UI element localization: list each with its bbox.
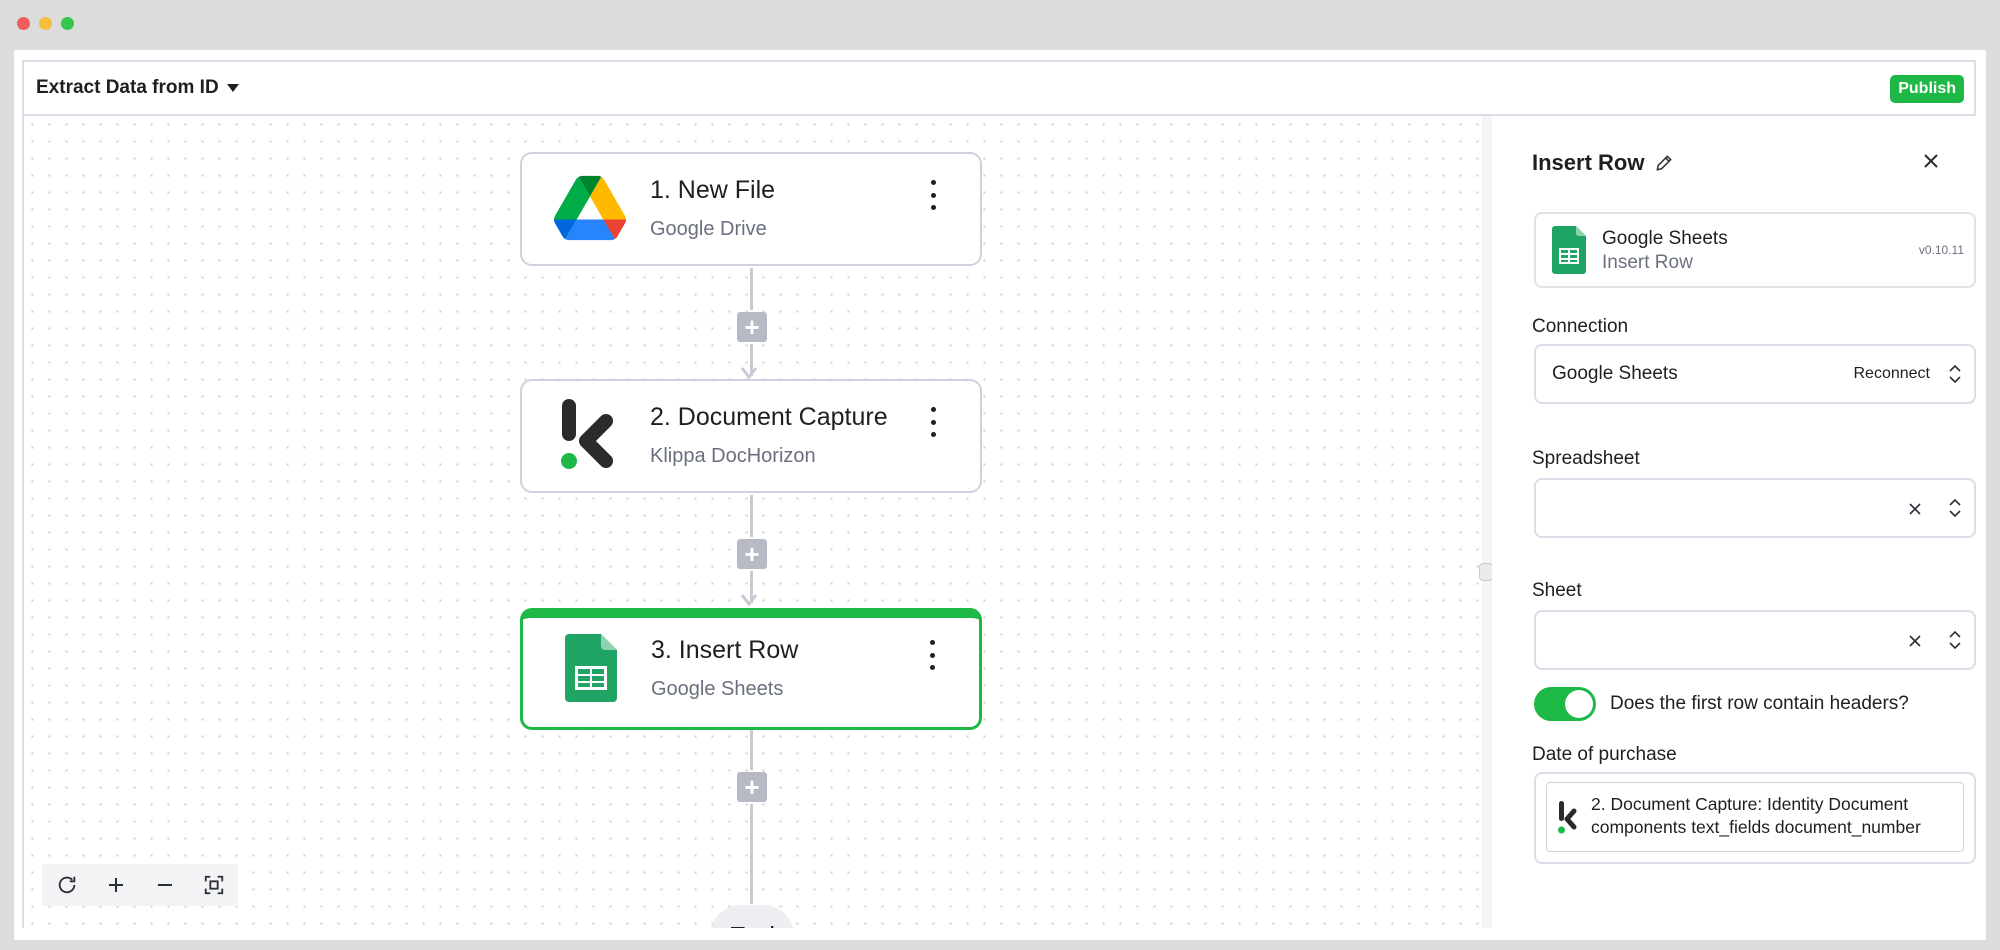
spreadsheet-select[interactable] [1534,478,1976,538]
more-options-icon[interactable] [928,180,938,210]
flow-title: Extract Data from ID [36,77,219,98]
step-card-new-file[interactable]: 1. New File Google Drive [520,152,982,266]
clear-icon[interactable] [1906,632,1924,650]
publish-button[interactable]: Publish [1890,75,1964,103]
headers-toggle-label: Does the first row contain headers? [1610,693,1909,714]
flow-canvas[interactable]: 1. New File Google Drive + 2. Document C… [24,116,1482,928]
caret-down-icon [226,84,239,92]
add-step-button[interactable]: + [737,539,767,569]
sheet-select[interactable] [1534,610,1976,670]
data-reference-chip[interactable]: 2. Document Capture: Identity Document c… [1546,782,1964,852]
chip-text: 2. Document Capture: Identity Document c… [1591,794,1921,837]
step-card-insert-row[interactable]: 3. Insert Row Google Sheets [520,608,982,730]
google-sheets-icon [565,634,617,702]
chevron-updown-icon[interactable] [1948,628,1962,652]
zoom-out-icon[interactable] [151,871,179,899]
step-title: 2. Document Capture [650,403,888,431]
date-of-purchase-input[interactable]: 2. Document Capture: Identity Document c… [1534,772,1976,864]
step-card-document-capture[interactable]: 2. Document Capture Klippa DocHorizon [520,379,982,493]
connector-line [750,730,753,770]
piece-name: Google Sheets [1602,228,1728,249]
connection-value: Google Sheets [1552,363,1678,384]
more-options-icon[interactable] [928,407,938,437]
canvas-controls [42,864,238,906]
connector-line [750,495,753,537]
headers-toggle[interactable] [1534,687,1596,721]
step-subtitle: Google Drive [650,218,767,240]
sheet-label: Sheet [1532,580,1582,601]
chevron-updown-icon[interactable] [1948,362,1962,386]
chevron-updown-icon[interactable] [1948,496,1962,520]
connection-label: Connection [1532,316,1629,337]
piece-version: v0.10.11 [1918,243,1964,257]
window-controls [17,17,74,30]
step-subtitle: Klippa DocHorizon [650,445,816,467]
step-title: 3. Insert Row [651,636,799,664]
maximize-window-dot[interactable] [61,17,74,30]
connector-line [750,268,753,310]
reconnect-button[interactable]: Reconnect [1854,365,1931,383]
add-step-button[interactable]: + [737,772,767,802]
flow-title-dropdown[interactable]: Extract Data from ID [36,77,239,99]
step-subtitle: Google Sheets [651,678,784,700]
step-settings-panel: Insert Row Google Sheets Insert Row v0.1… [1492,116,1978,928]
panel-divider [1482,116,1492,928]
close-icon[interactable] [1920,150,1942,172]
refresh-icon[interactable] [53,871,81,899]
app-window: Extract Data from ID Publish 1. New File… [14,50,1986,940]
klippa-icon [1558,801,1577,834]
end-node: End [710,905,794,928]
connector-line [750,804,753,904]
connection-select[interactable]: Google Sheets Reconnect [1534,344,1976,404]
google-drive-icon [554,175,626,241]
clear-icon[interactable] [1906,500,1924,518]
fit-view-icon[interactable] [200,871,228,899]
google-sheets-icon [1552,226,1586,274]
zoom-in-icon[interactable] [102,871,130,899]
step-title: 1. New File [650,176,776,204]
arrow-down-icon [740,594,758,607]
spreadsheet-label: Spreadsheet [1532,448,1640,469]
resize-handle[interactable] [1479,563,1493,581]
panel-title: Insert Row [1532,150,1674,176]
close-window-dot[interactable] [17,17,30,30]
pencil-icon[interactable] [1654,153,1674,173]
add-step-button[interactable]: + [737,312,767,342]
date-of-purchase-label: Date of purchase [1532,744,1677,765]
minimize-window-dot[interactable] [39,17,52,30]
headers-toggle-row: Does the first row contain headers? [1534,687,1909,721]
flow-header: Extract Data from ID Publish [24,62,1974,116]
arrow-down-icon [740,367,758,380]
piece-action: Insert Row [1602,252,1693,273]
more-options-icon[interactable] [927,640,937,670]
klippa-icon [561,399,613,469]
builder-frame: Extract Data from ID Publish 1. New File… [22,60,1978,928]
piece-card: Google Sheets Insert Row v0.10.11 [1534,212,1976,288]
panel-title-text: Insert Row [1532,150,1645,175]
